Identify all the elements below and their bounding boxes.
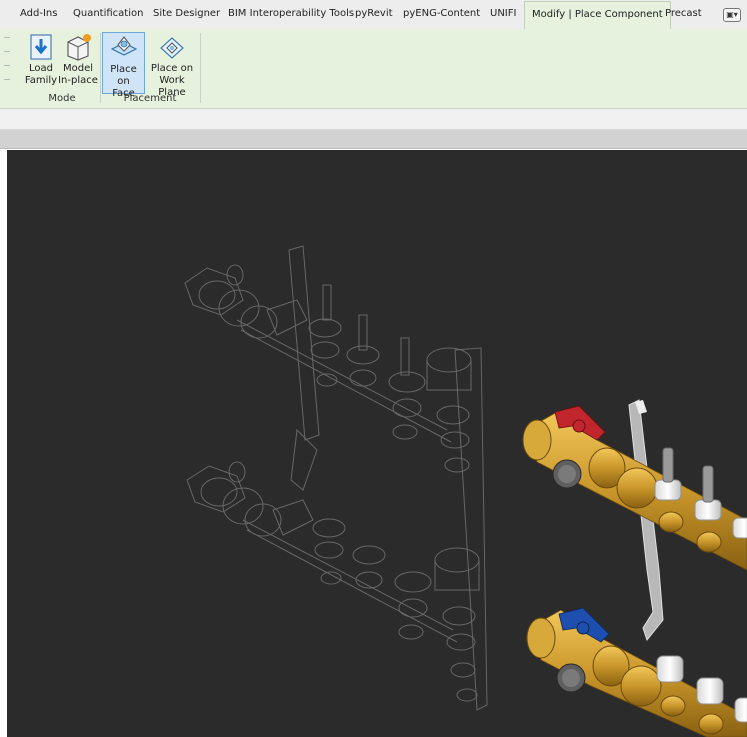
view-tab-bar: [0, 130, 747, 149]
panel-title-placement: Placement: [123, 93, 177, 104]
load-family-icon: [25, 32, 57, 62]
manifold-3d-view: [184, 245, 747, 737]
rendered-manifold-lower: [526, 607, 747, 737]
model-inplace-button[interactable]: Model In-place: [58, 32, 98, 92]
tab-add-ins[interactable]: Add-Ins: [20, 0, 57, 29]
place-on-workplane-icon: [156, 32, 188, 62]
place-on-workplane-button[interactable]: Place on Work Plane: [145, 32, 199, 98]
tab-quantification[interactable]: Quantification: [73, 0, 143, 29]
panel-separator: [200, 33, 201, 103]
panel-separator: [100, 33, 101, 103]
panel-title-mode: Mode: [48, 93, 76, 104]
ghost-manifold-upper: [184, 245, 472, 491]
tab-modify-place-component[interactable]: Modify | Place Component: [524, 1, 671, 30]
ribbon-tab-strip: Add-Ins Quantification Site Designer BIM…: [0, 0, 747, 30]
ghost-manifold-lower: [186, 347, 488, 711]
ribbon-panel-area: Load Family Model In-place Place on Face: [0, 29, 747, 109]
tab-pyeng-content[interactable]: pyENG-Content: [403, 0, 480, 29]
place-on-face-icon: [108, 33, 140, 63]
canvas-left-margin: [0, 150, 7, 737]
dropdown-icon[interactable]: ▣▾: [723, 8, 741, 22]
tab-bim-interoperability-tools[interactable]: BIM Interoperability Tools: [228, 0, 354, 29]
tab-unifi[interactable]: UNIFI: [490, 0, 516, 29]
model-inplace-icon: [62, 32, 94, 62]
tab-precast[interactable]: Precast: [665, 0, 702, 29]
options-bar: [0, 109, 747, 130]
load-family-label: Load Family: [24, 63, 58, 86]
ribbon-collapsed-edge: [0, 29, 14, 108]
model-inplace-label: Model In-place: [58, 63, 98, 86]
3d-viewport-canvas[interactable]: [7, 150, 747, 737]
load-family-button[interactable]: Load Family: [24, 32, 58, 92]
place-on-face-button[interactable]: Place on Face: [102, 32, 145, 99]
tab-pyrevit[interactable]: pyRevit: [355, 0, 393, 29]
tab-site-designer[interactable]: Site Designer: [153, 0, 220, 29]
